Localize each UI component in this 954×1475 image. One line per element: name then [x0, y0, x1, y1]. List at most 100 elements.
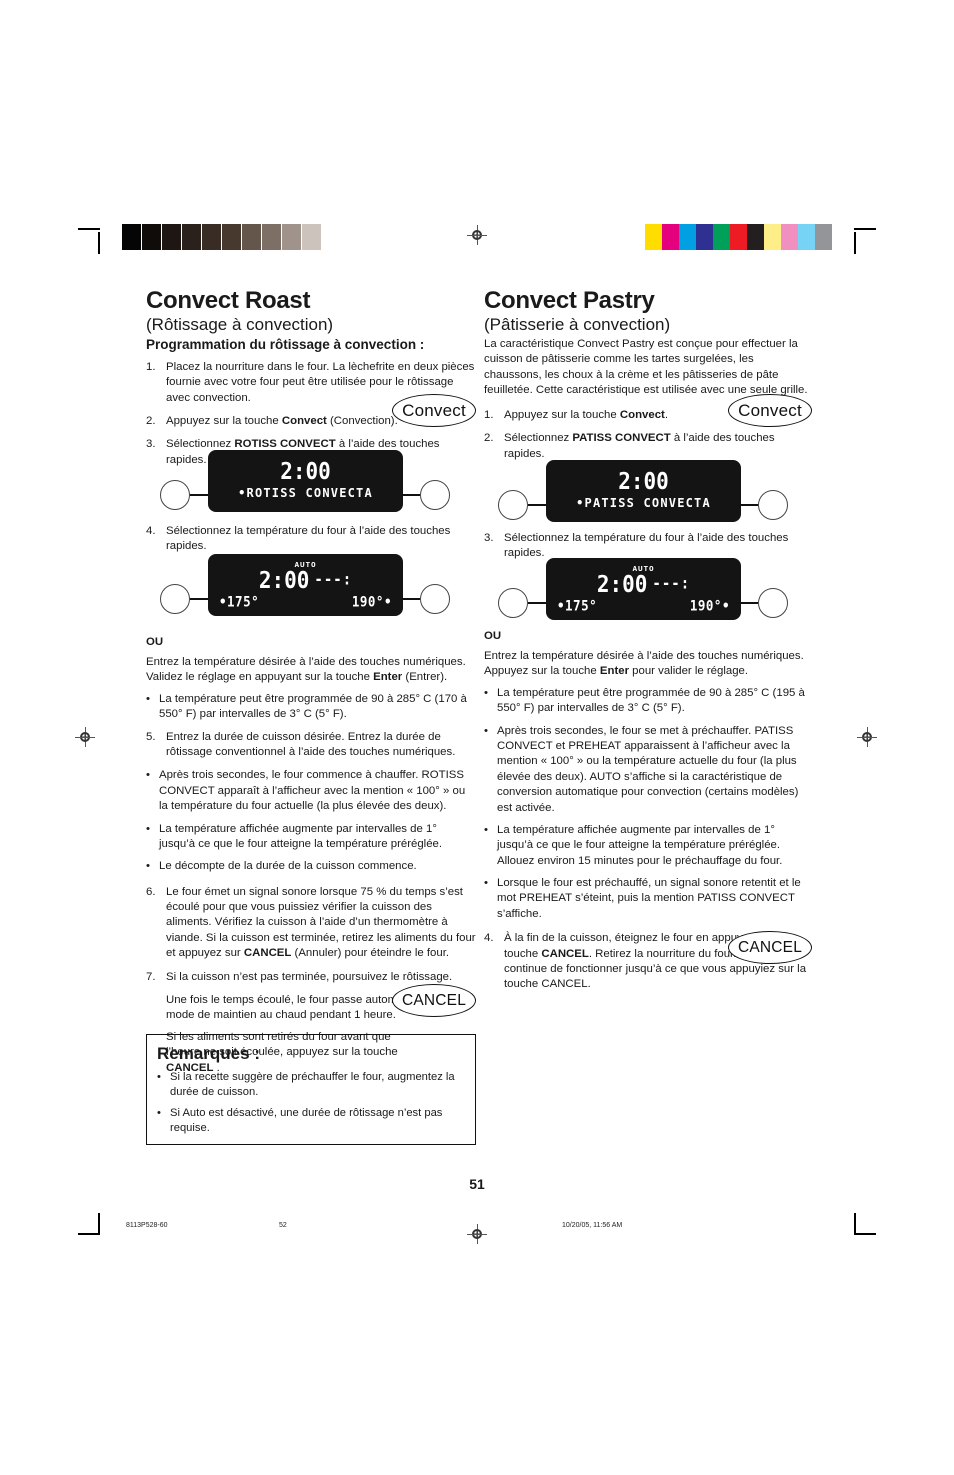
grayscale-swatch — [282, 224, 302, 250]
display-time-row: 2:00 ---: — [546, 571, 741, 598]
display-right-temp: 190°• — [351, 593, 392, 610]
step-text-emphasis: Convect — [281, 415, 327, 428]
column-convect-roast: Convect Roast (Rôtissage à convection) P… — [146, 288, 476, 476]
page-title-right: Convect Pastry — [484, 287, 655, 314]
bullet-text: Si la recette suggère de préchauffer le … — [170, 1071, 455, 1099]
display-time: 2:00 — [258, 566, 310, 594]
display-knob-right[interactable] — [420, 480, 450, 510]
bullet-text: Le décompte de la durée de la cuisson co… — [159, 860, 417, 873]
step-item: 5. Entrez la durée de cuisson désirée. E… — [146, 730, 476, 761]
bullet-text: Lorsque le four est préchauffé, un signa… — [497, 877, 801, 920]
or-label-left: OU — [146, 636, 164, 648]
display-knob-left[interactable] — [160, 480, 190, 510]
display-left-temp: •175° — [557, 597, 598, 614]
cancel-key-right[interactable]: CANCEL — [728, 931, 812, 964]
display-panel: AUTO 2:00 ---: •175° 190°• — [208, 554, 403, 616]
step-number: 1. — [484, 408, 494, 421]
display-knob-right[interactable] — [420, 584, 450, 614]
convect-key-label: Convect — [738, 400, 802, 420]
grayscale-swatch — [122, 224, 142, 250]
bullets-right: • La température peut être programmée de… — [484, 686, 814, 922]
crop-mark-bottom-right-h — [854, 1233, 876, 1235]
remarks-heading: Remarques : — [157, 1044, 260, 1063]
convect-key-left[interactable]: Convect — [392, 394, 476, 427]
bullet-text: La température affichée augmente par int… — [497, 823, 783, 867]
or-text-right: Entrez la température désirée à l’aide d… — [484, 649, 814, 680]
display-panel: AUTO 2:00 ---: •175° 190°• — [546, 558, 741, 620]
step-text-emphasis: CANCEL — [541, 947, 589, 960]
footer-sheet-number: 52 — [279, 1222, 287, 1229]
bullet-item: • La température peut être programmée de… — [146, 692, 476, 723]
step-number: 4. — [146, 525, 156, 537]
display-knob-right[interactable] — [758, 490, 788, 520]
crop-mark-bottom-left-v — [98, 1213, 100, 1235]
bullet-text: La température peut être programmée de 9… — [497, 686, 805, 715]
display-time: 2:00 — [618, 467, 669, 495]
step-text: Entrez la durée de cuisson désirée. Entr… — [166, 730, 456, 758]
bullet-item: • Le décompte de la durée de la cuisson … — [146, 859, 476, 874]
bullet-item: • Si Auto est désactivé, une durée de rô… — [157, 1106, 465, 1136]
bullet-dot: • — [157, 1071, 161, 1083]
step-text-lead: Sélectionnez — [166, 438, 235, 451]
oven-display-rotiss-convect: 2:00 •ROTISS CONVECTA — [140, 450, 470, 522]
step-number: 5. — [146, 730, 156, 743]
column-convect-pastry: Convect Pastry (Pâtisserie à convection)… — [484, 288, 814, 470]
step-text-emphasis: ROTISS CONVECT — [234, 438, 336, 451]
step-text-tail: . — [664, 408, 669, 421]
or-label-right: OU — [484, 630, 502, 642]
bullet-dot: • — [484, 877, 488, 890]
step-text-emphasis: CANCEL — [243, 947, 292, 960]
display-stem-right — [401, 598, 420, 600]
bullet-text: La température affichée augmente par int… — [159, 822, 443, 850]
color-swatch — [764, 224, 781, 250]
intro-paragraph-right: La caractéristique Convect Pastry est co… — [484, 337, 808, 397]
page-number: 51 — [469, 1176, 485, 1192]
grayscale-swatch — [162, 224, 182, 250]
bullet-dot: • — [484, 823, 488, 836]
page-title-left: Convect Roast — [146, 287, 311, 314]
convect-key-right[interactable]: Convect — [728, 394, 812, 427]
crop-mark-bottom-left-h — [78, 1233, 100, 1235]
display-knob-left[interactable] — [160, 584, 190, 614]
step-text: Sélectionnez PATISS CONVECT à l’aide des… — [504, 431, 814, 462]
display-knob-left[interactable] — [498, 588, 528, 618]
step-text-lead: Appuyez sur la touche — [166, 415, 282, 428]
or-text-left: Entrez la température désirée à l’aide d… — [146, 655, 476, 686]
step-number: 1. — [146, 360, 156, 373]
bullet-dot: • — [484, 724, 488, 737]
crop-mark-top-right-v — [854, 232, 856, 254]
step-text-tail: (Annuler) pour éteindre le four. — [291, 947, 450, 960]
page-subtitle-left: (Rôtissage à convection) — [146, 315, 334, 335]
color-calibration-bar — [645, 224, 832, 250]
or-text-tail: (Entrer). — [402, 671, 448, 684]
color-swatch — [696, 224, 713, 250]
step-item: 6. Le four émet un signal sonore lorsque… — [146, 885, 476, 962]
bullet-item: • Lorsque le four est préchauffé, un sig… — [484, 876, 814, 922]
step-item: 7. Si la cuisson n’est pas terminée, pou… — [146, 970, 476, 985]
step-text: Le four émet un signal sonore lorsque 75… — [166, 885, 476, 962]
oven-display-temperature-right: AUTO 2:00 ---: •175° 190°• — [478, 558, 808, 630]
step-number: 2. — [146, 415, 156, 428]
registration-mark-top — [467, 225, 487, 245]
display-stem-left — [528, 602, 547, 604]
color-swatch — [662, 224, 679, 250]
step-text-lead: Sélectionnez — [504, 432, 573, 445]
display-time-row: 2:00 ---: — [208, 567, 403, 594]
display-knob-left[interactable] — [498, 490, 528, 520]
crop-mark-top-right-h — [854, 228, 876, 230]
color-swatch — [679, 224, 696, 250]
bullet-text: La température peut être programmée de 9… — [159, 692, 467, 721]
grayscale-swatch — [142, 224, 162, 250]
step-4-left: 4. Sélectionnez la température du four à… — [146, 524, 476, 555]
cancel-key-left[interactable]: CANCEL — [392, 984, 476, 1017]
display-dash: ---: — [652, 575, 691, 593]
bullet-text: Si Auto est désactivé, une durée de rôti… — [170, 1107, 443, 1135]
convect-key-label: Convect — [402, 400, 466, 420]
step-text: Sélectionnez la température du four à l’… — [166, 525, 451, 553]
oven-display-patiss-convect: 2:00 •PATISS CONVECTA — [478, 460, 808, 532]
registration-mark-bottom — [467, 1224, 487, 1244]
color-swatch — [781, 224, 798, 250]
display-knob-right[interactable] — [758, 588, 788, 618]
color-swatch — [645, 224, 662, 250]
bullet-item: • La température affichée augmente par i… — [146, 822, 476, 853]
